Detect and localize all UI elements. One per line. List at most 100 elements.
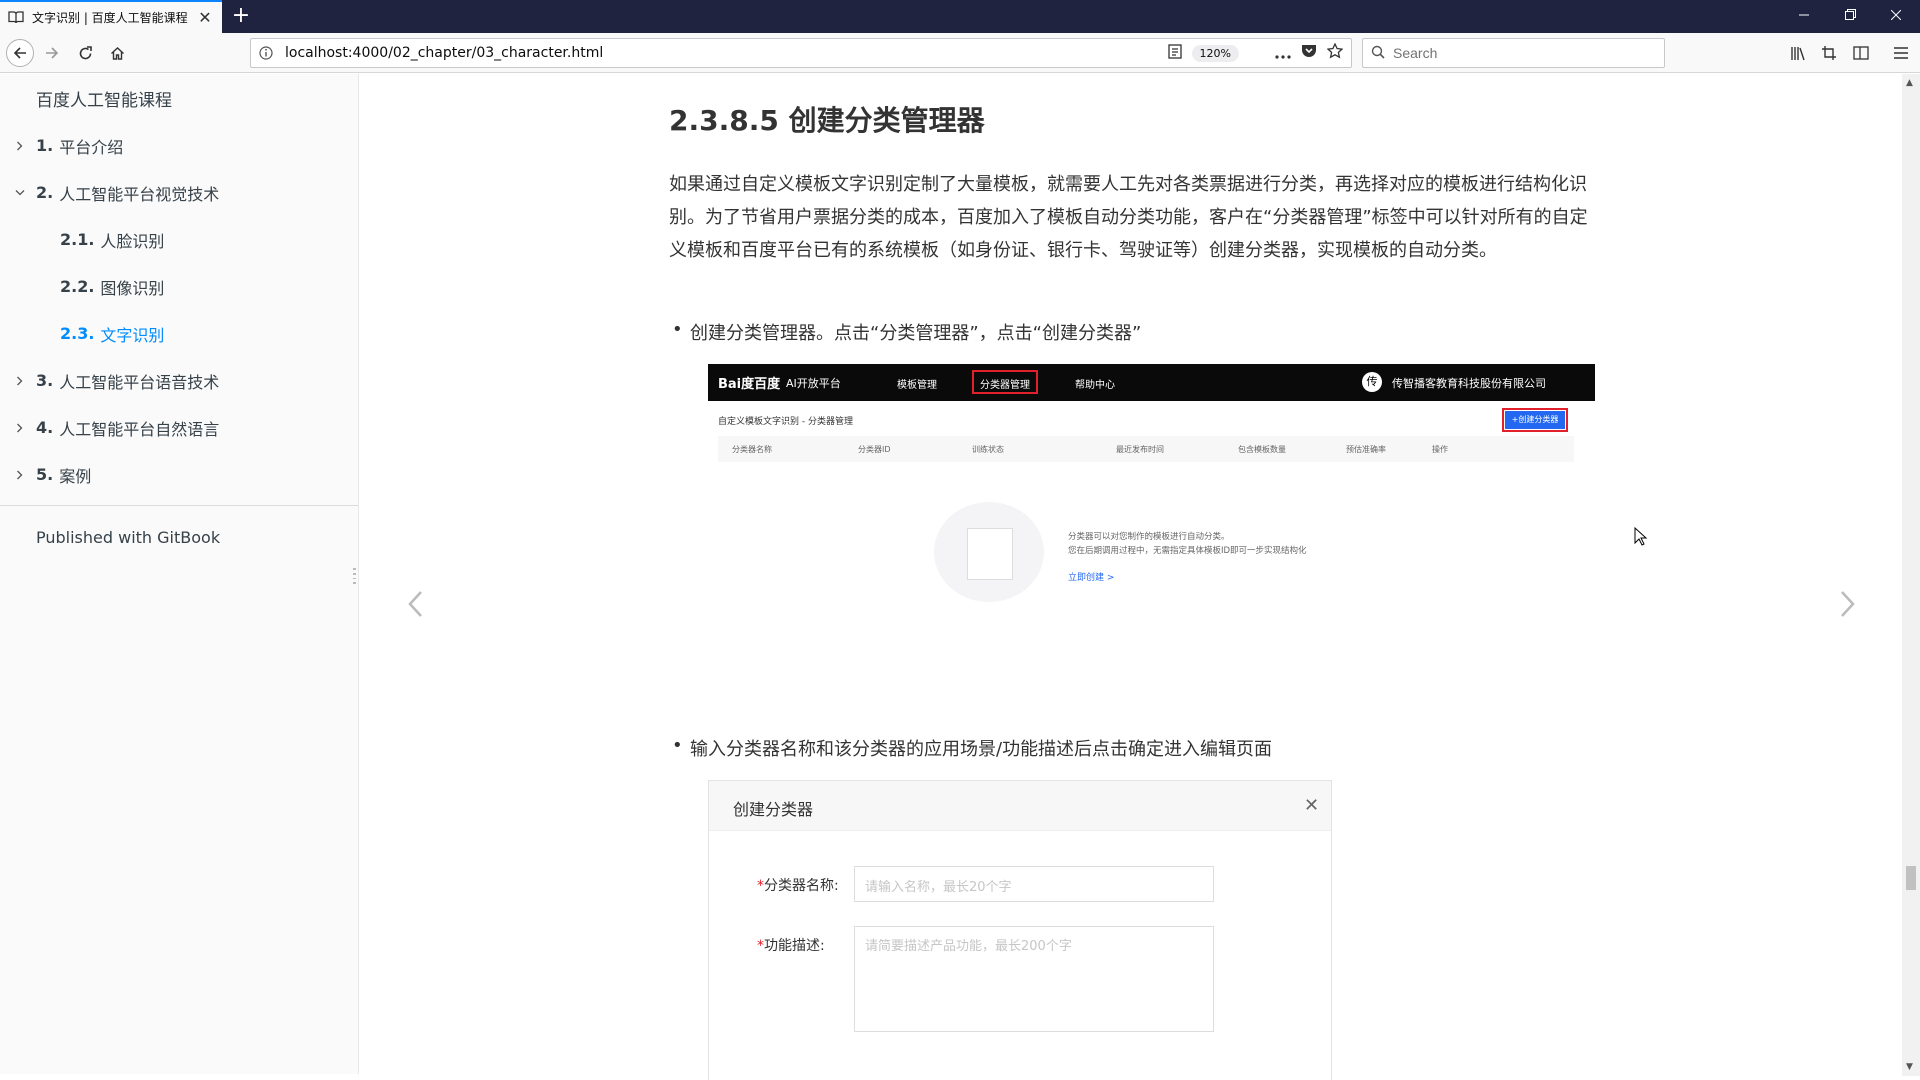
- sidebar-item-number: 2.1.: [60, 230, 95, 249]
- chevron-right-icon[interactable]: [14, 422, 26, 434]
- book-icon: [8, 11, 24, 25]
- bullet-item: 创建分类管理器。点击“分类管理器”，点击“创建分类器”: [672, 319, 1141, 345]
- column-header: 最近发布时间: [1116, 445, 1164, 454]
- sidebar-item-number: 2.: [36, 183, 54, 202]
- create-classifier-button: +创建分类器: [1502, 408, 1568, 432]
- vertical-scrollbar[interactable]: ▲ ▼: [1902, 74, 1920, 1076]
- create-now-link: 立即创建 >: [1068, 573, 1115, 583]
- browser-tab[interactable]: 文字识别 | 百度人工智能课程 ✕: [0, 0, 222, 33]
- address-bar[interactable]: localhost:4000/02_chapter/03_character.h…: [250, 38, 1352, 68]
- url-text[interactable]: localhost:4000/02_chapter/03_character.h…: [281, 45, 1168, 61]
- navigation-toolbar: localhost:4000/02_chapter/03_character.h…: [0, 33, 1920, 73]
- sidebar-item-label: 平台介绍: [59, 137, 124, 157]
- book-title[interactable]: 百度人工智能课程: [36, 86, 172, 111]
- new-tab-button[interactable]: +: [228, 0, 254, 33]
- page-heading: 2.3.8.5 创建分类管理器: [669, 104, 985, 137]
- sidebar-item-face[interactable]: 2.1. 人脸识别: [0, 216, 359, 263]
- nav-help-center: 帮助中心: [1075, 380, 1115, 391]
- empty-state-line: 您在后期调用过程中，无需指定具体模板ID即可一步实现结构化: [1068, 546, 1307, 556]
- restore-icon[interactable]: [1828, 0, 1872, 33]
- sidebar-item-number: 2.2.: [60, 277, 95, 296]
- sidebar-item-label: 文字识别: [100, 325, 165, 345]
- pocket-icon[interactable]: [1301, 44, 1317, 63]
- sidebar-item-number: 2.3.: [60, 324, 95, 343]
- minimize-icon[interactable]: [1782, 0, 1826, 33]
- company-name: 传智播客教育科技股份有限公司: [1392, 377, 1546, 390]
- highlight-box: [972, 370, 1038, 394]
- sidebar-item-speech[interactable]: 3. 人工智能平台语音技术: [0, 357, 359, 404]
- intro-paragraph: 如果通过自定义模板文字识别定制了大量模板，就需要人工先对各类票据进行分类，再选择…: [669, 174, 1588, 261]
- chevron-down-icon[interactable]: [14, 187, 26, 199]
- zoom-level-badge[interactable]: 120%: [1191, 44, 1239, 62]
- sidebar-item-vision[interactable]: 2. 人工智能平台视觉技术: [0, 169, 359, 216]
- ai-platform-label: AI开放平台: [786, 377, 841, 390]
- search-icon: [1371, 44, 1385, 63]
- classifier-list-screenshot: Bai度百度 AI开放平台 模板管理 分类器管理 帮助中心 传 传智播客教育科技…: [708, 364, 1595, 614]
- sidebar-toggle-icon[interactable]: [1847, 39, 1875, 67]
- empty-state-line: 分类器可以对您制作的模板进行自动分类。: [1068, 532, 1230, 542]
- sidebar-item-platform-intro[interactable]: 1. 平台介绍: [0, 122, 359, 169]
- forward-button[interactable]: [38, 39, 66, 67]
- sidebar-item-cases[interactable]: 5. 案例: [0, 451, 359, 498]
- search-input[interactable]: [1393, 45, 1643, 61]
- dialog-title: 创建分类器: [733, 800, 814, 819]
- description-field: 请简要描述产品功能，最长200个字: [854, 926, 1214, 1032]
- sidebar-item-nlp[interactable]: 4. 人工智能平台自然语言: [0, 404, 359, 451]
- library-icon[interactable]: [1784, 39, 1812, 67]
- chevron-right-icon[interactable]: [14, 140, 26, 152]
- scrollbar-thumb[interactable]: [1906, 866, 1916, 890]
- close-icon: ✕: [1304, 795, 1320, 816]
- prev-page-arrow-icon[interactable]: [400, 584, 430, 624]
- sidebar-item-label: 图像识别: [100, 278, 165, 298]
- table-header: 分类器名称 分类器ID 训练状态 最近发布时间 包含模板数量 预估准确率 操作: [718, 436, 1574, 462]
- screenshot-icon[interactable]: [1815, 39, 1843, 67]
- sidebar-item-number: 1.: [36, 136, 54, 155]
- sidebar-item-label: 人工智能平台视觉技术: [59, 184, 220, 204]
- create-classifier-dialog-screenshot: 创建分类器 ✕ *分类器名称: 请输入名称，最长20个字 *功能描述: 请简要描…: [708, 780, 1332, 1080]
- baidu-logo: Bai度百度: [718, 377, 781, 392]
- reload-button[interactable]: [71, 39, 99, 67]
- column-header: 分类器ID: [858, 445, 891, 454]
- home-button[interactable]: [103, 39, 131, 67]
- sidebar-item-image[interactable]: 2.2. 图像识别: [0, 263, 359, 310]
- column-header: 包含模板数量: [1238, 445, 1286, 454]
- sidebar-item-label: 人脸识别: [100, 231, 165, 251]
- document-icon: [967, 528, 1013, 580]
- book-body: 2.3.8.5 创建分类管理器 如果通过自定义模板文字识别定制了大量模板，就需要…: [360, 74, 1902, 1080]
- description-label: *功能描述:: [757, 938, 825, 954]
- page-actions-icon[interactable]: [1275, 44, 1291, 63]
- column-header: 预估准确率: [1346, 445, 1386, 454]
- bullet-item: 输入分类器名称和该分类器的应用场景/功能描述后点击确定进入编辑页面: [672, 735, 1272, 761]
- window-close-icon[interactable]: [1874, 0, 1918, 33]
- sidebar-resize-handle[interactable]: [353, 568, 357, 584]
- classifier-name-label: *分类器名称:: [757, 878, 839, 894]
- hamburger-menu-icon[interactable]: [1887, 39, 1915, 67]
- column-header: 操作: [1432, 445, 1448, 454]
- book-sidebar: 百度人工智能课程 1. 平台介绍 2. 人工智能平台视觉技术 2.1. 人脸识别…: [0, 74, 359, 1074]
- reader-view-icon[interactable]: [1167, 43, 1182, 63]
- tab-close-icon[interactable]: ✕: [196, 9, 214, 26]
- empty-state-text: 分类器可以对您制作的模板进行自动分类。 您在后期调用过程中，无需指定具体模板ID…: [1068, 530, 1307, 558]
- sidebar-item-number: 3.: [36, 371, 54, 390]
- bookmark-star-icon[interactable]: [1326, 42, 1344, 63]
- column-header: 分类器名称: [732, 445, 772, 454]
- baidu-top-nav: Bai度百度 AI开放平台 模板管理 分类器管理 帮助中心 传 传智播客教育科技…: [708, 364, 1595, 401]
- site-info-icon[interactable]: [251, 46, 281, 60]
- scroll-down-arrow-icon[interactable]: ▼: [1906, 1062, 1913, 1072]
- chevron-right-icon[interactable]: [14, 375, 26, 387]
- search-bar[interactable]: [1362, 38, 1665, 68]
- scroll-up-arrow-icon[interactable]: ▲: [1906, 78, 1913, 88]
- next-page-arrow-icon[interactable]: [1833, 584, 1863, 624]
- mouse-cursor-icon: [1634, 526, 1648, 551]
- sidebar-item-number: 5.: [36, 465, 54, 484]
- title-bar: 文字识别 | 百度人工智能课程 ✕ +: [0, 0, 1920, 33]
- sidebar-divider: [0, 505, 358, 506]
- sidebar-item-label: 人工智能平台语音技术: [59, 372, 220, 392]
- tab-title: 文字识别 | 百度人工智能课程: [32, 11, 188, 25]
- column-header: 训练状态: [972, 445, 1004, 454]
- gitbook-footer-link[interactable]: Published with GitBook: [36, 528, 220, 547]
- back-button[interactable]: [6, 39, 34, 67]
- dialog-header: 创建分类器 ✕: [709, 781, 1331, 831]
- chevron-right-icon[interactable]: [14, 469, 26, 481]
- sidebar-item-character[interactable]: 2.3. 文字识别: [0, 310, 359, 357]
